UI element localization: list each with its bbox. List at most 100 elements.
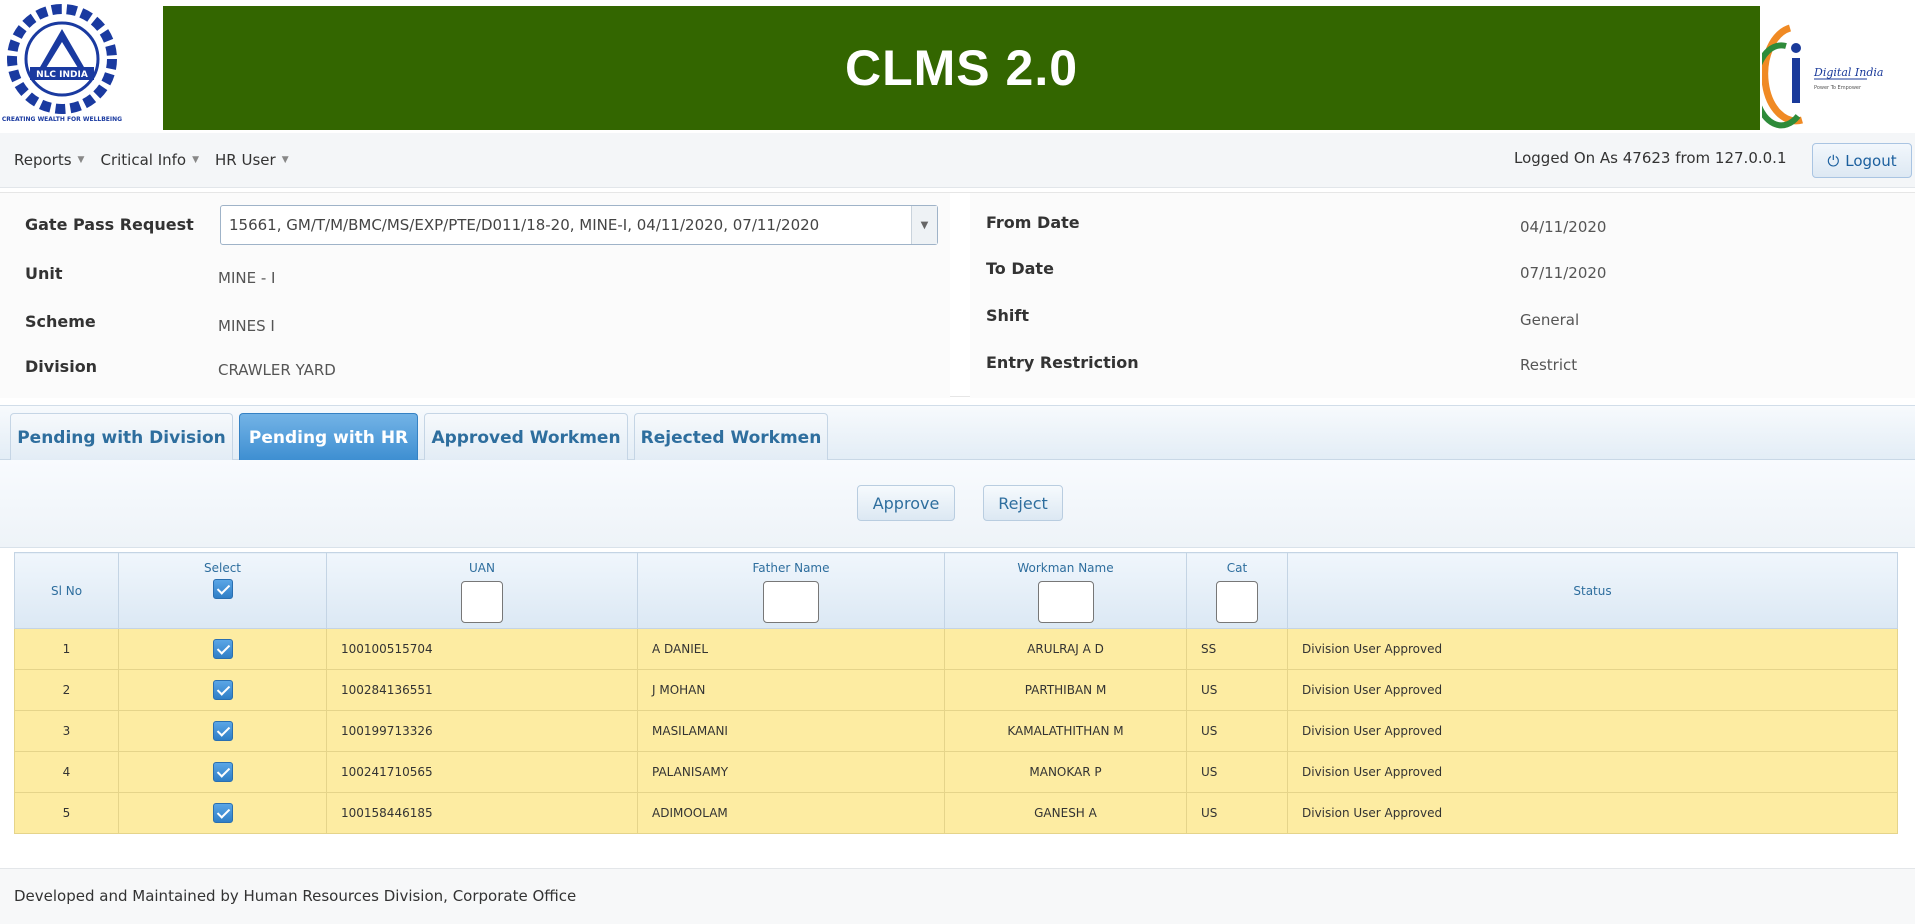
row-checkbox[interactable] [212,803,233,823]
gate-pass-value: 15661, GM/T/M/BMC/MS/EXP/PTE/D011/18-20,… [229,216,820,234]
chevron-down-icon: ▼ [77,155,85,165]
cell-status: Division User Approved [1287,751,1898,793]
tab-pending-with-division[interactable]: Pending with Division [10,413,233,461]
request-details-left: Gate Pass Request 15661, GM/T/M/BMC/MS/E… [0,193,950,398]
menu-hr-user[interactable]: HR User ▼ [215,151,289,169]
cell-workman-name: MANOKAR P [944,751,1187,793]
cat-filter-input[interactable] [1216,581,1258,623]
grid-header-row: Sl No Select UAN Father Name Workman Nam… [14,552,1898,629]
workman-header-label: Workman Name [1017,561,1114,575]
cat-header-label: Cat [1226,561,1248,575]
reject-label: Reject [998,493,1048,513]
approve-button[interactable]: Approve [857,485,955,521]
cell-father-name: PALANISAMY [637,751,945,793]
logout-button[interactable]: ⏻ Logout [1812,143,1912,178]
select-all-checkbox[interactable] [212,579,233,599]
menu-reports[interactable]: Reports ▼ [14,151,84,169]
svg-text:Digital India: Digital India [1813,66,1883,79]
cell-select [118,710,327,752]
cell-status: Division User Approved [1287,628,1898,670]
cell-select [118,669,327,711]
cell-father-name: MASILAMANI [637,710,945,752]
tab-rejected-workmen[interactable]: Rejected Workmen [634,413,828,461]
column-header-uan: UAN [326,552,638,629]
column-header-select: Select [118,552,327,629]
cell-workman-name: KAMALATHITHAN M [944,710,1187,752]
select-header-label: Select [203,561,242,575]
cell-status: Division User Approved [1287,792,1898,834]
tab-label: Rejected Workmen [640,427,822,448]
to-date-value: 07/11/2020 [1520,264,1607,282]
division-value: CRAWLER YARD [218,361,336,379]
row-checkbox[interactable] [212,639,233,659]
cell-uan: 100158446185 [326,792,638,834]
row-checkbox[interactable] [212,762,233,782]
division-label: Division [25,357,98,376]
chevron-down-icon[interactable]: ▼ [911,206,937,244]
svg-text:Power To Empower: Power To Empower [1814,85,1862,91]
menu-bar: Reports ▼ Critical Info ▼ HR User ▼ Logg… [0,133,1915,188]
unit-label: Unit [25,264,63,283]
cell-select [118,628,327,670]
uan-header-label: UAN [469,561,495,575]
power-icon: ⏻ [1827,151,1840,170]
cell-father-name: A DANIEL [637,628,945,670]
tab-label: Pending with Division [17,427,226,448]
menu-critical-info[interactable]: Critical Info ▼ [100,151,199,169]
column-header-workman-name: Workman Name [944,552,1187,629]
tab-pending-with-hr[interactable]: Pending with HR [239,413,418,461]
request-details-panel: Gate Pass Request 15661, GM/T/M/BMC/MS/E… [0,192,1915,398]
entry-restriction-value: Restrict [1520,356,1578,374]
svg-text:NLC INDIA: NLC INDIA [36,70,88,80]
workman-name-filter-input[interactable] [1037,581,1094,623]
uan-filter-input[interactable] [461,581,503,623]
father-name-filter-input[interactable] [763,581,819,623]
cell-father-name: J MOHAN [637,669,945,711]
chevron-down-icon: ▼ [192,155,200,165]
cell-select [118,751,327,793]
row-checkbox[interactable] [212,680,233,700]
svg-text:CREATING WEALTH FOR WELLBEING: CREATING WEALTH FOR WELLBEING [2,116,122,123]
footer-text: Developed and Maintained by Human Resour… [14,887,577,905]
cell-uan: 100284136551 [326,669,638,711]
app-title: CLMS 2.0 [844,40,1079,96]
cell-cat: SS [1186,628,1288,670]
table-row[interactable]: 5 100158446185 ADIMOOLAM GANESH A US Div… [14,792,1898,834]
table-row[interactable]: 2 100284136551 J MOHAN PARTHIBAN M US Di… [14,669,1898,711]
cell-workman-name: ARULRAJ A D [944,628,1187,670]
cell-father-name: ADIMOOLAM [637,792,945,834]
father-header-label: Father Name [752,561,830,575]
table-row[interactable]: 4 100241710565 PALANISAMY MANOKAR P US D… [14,751,1898,793]
cell-workman-name: GANESH A [944,792,1187,834]
cell-workman-name: PARTHIBAN M [944,669,1187,711]
cell-uan: 100199713326 [326,710,638,752]
tab-toolbar: Approve Reject [0,460,1915,548]
logout-label: Logout [1845,151,1897,170]
from-date-value: 04/11/2020 [1520,218,1607,236]
gate-pass-select[interactable]: 15661, GM/T/M/BMC/MS/EXP/PTE/D011/18-20,… [220,205,938,245]
shift-label: Shift [986,306,1030,325]
cell-status: Division User Approved [1287,710,1898,752]
cell-uan: 100100515704 [326,628,638,670]
to-date-label: To Date [986,259,1054,278]
header: NLC INDIA CREATING WEALTH FOR WELLBEING … [0,0,1915,133]
table-row[interactable]: 3 100199713326 MASILAMANI KAMALATHITHAN … [14,710,1898,752]
footer: Developed and Maintained by Human Resour… [0,868,1915,924]
nlc-india-logo: NLC INDIA CREATING WEALTH FOR WELLBEING [0,4,160,129]
row-checkbox[interactable] [212,721,233,741]
reject-button[interactable]: Reject [983,485,1063,521]
workmen-grid: Sl No Select UAN Father Name Workman Nam… [14,552,1898,834]
table-row[interactable]: 1 100100515704 A DANIEL ARULRAJ A D SS D… [14,628,1898,670]
column-header-sl-no: Sl No [14,552,119,629]
gate-pass-label: Gate Pass Request [25,215,194,234]
cell-uan: 100241710565 [326,751,638,793]
from-date-label: From Date [986,213,1080,232]
shift-value: General [1520,311,1580,329]
cell-sl-no: 5 [14,792,119,834]
chevron-down-icon: ▼ [281,155,289,165]
cell-cat: US [1186,792,1288,834]
column-header-cat: Cat [1186,552,1288,629]
workmen-tabs: Pending with Division Pending with HR Ap… [0,405,1915,461]
tab-approved-workmen[interactable]: Approved Workmen [424,413,628,461]
menu-reports-label: Reports [14,151,72,169]
